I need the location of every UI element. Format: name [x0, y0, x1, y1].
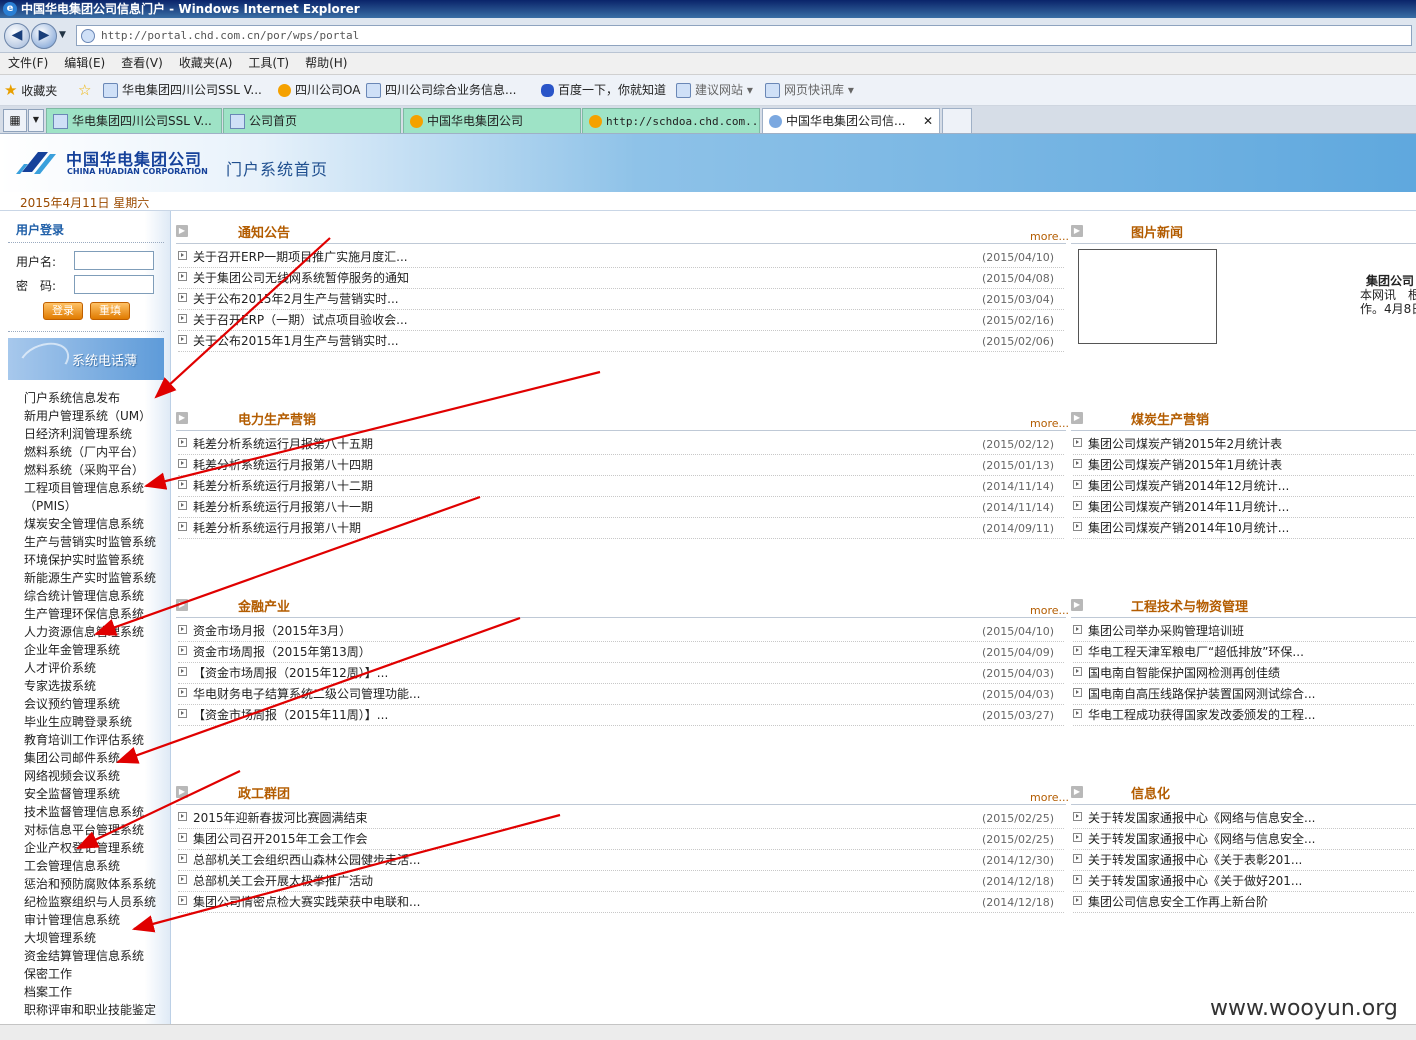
annotation-arrows — [76, 237, 601, 933]
annotation-arrow — [115, 616, 521, 764]
watermark-text: www.wooyun.org — [1210, 996, 1398, 1021]
annotation-arrow — [76, 770, 241, 849]
annotation-arrow — [93, 495, 481, 636]
annotation-arrow — [154, 237, 331, 399]
annotation-arrow — [143, 370, 601, 490]
horizontal-scrollbar[interactable] — [0, 1024, 1416, 1040]
annotation-arrow — [131, 813, 561, 933]
